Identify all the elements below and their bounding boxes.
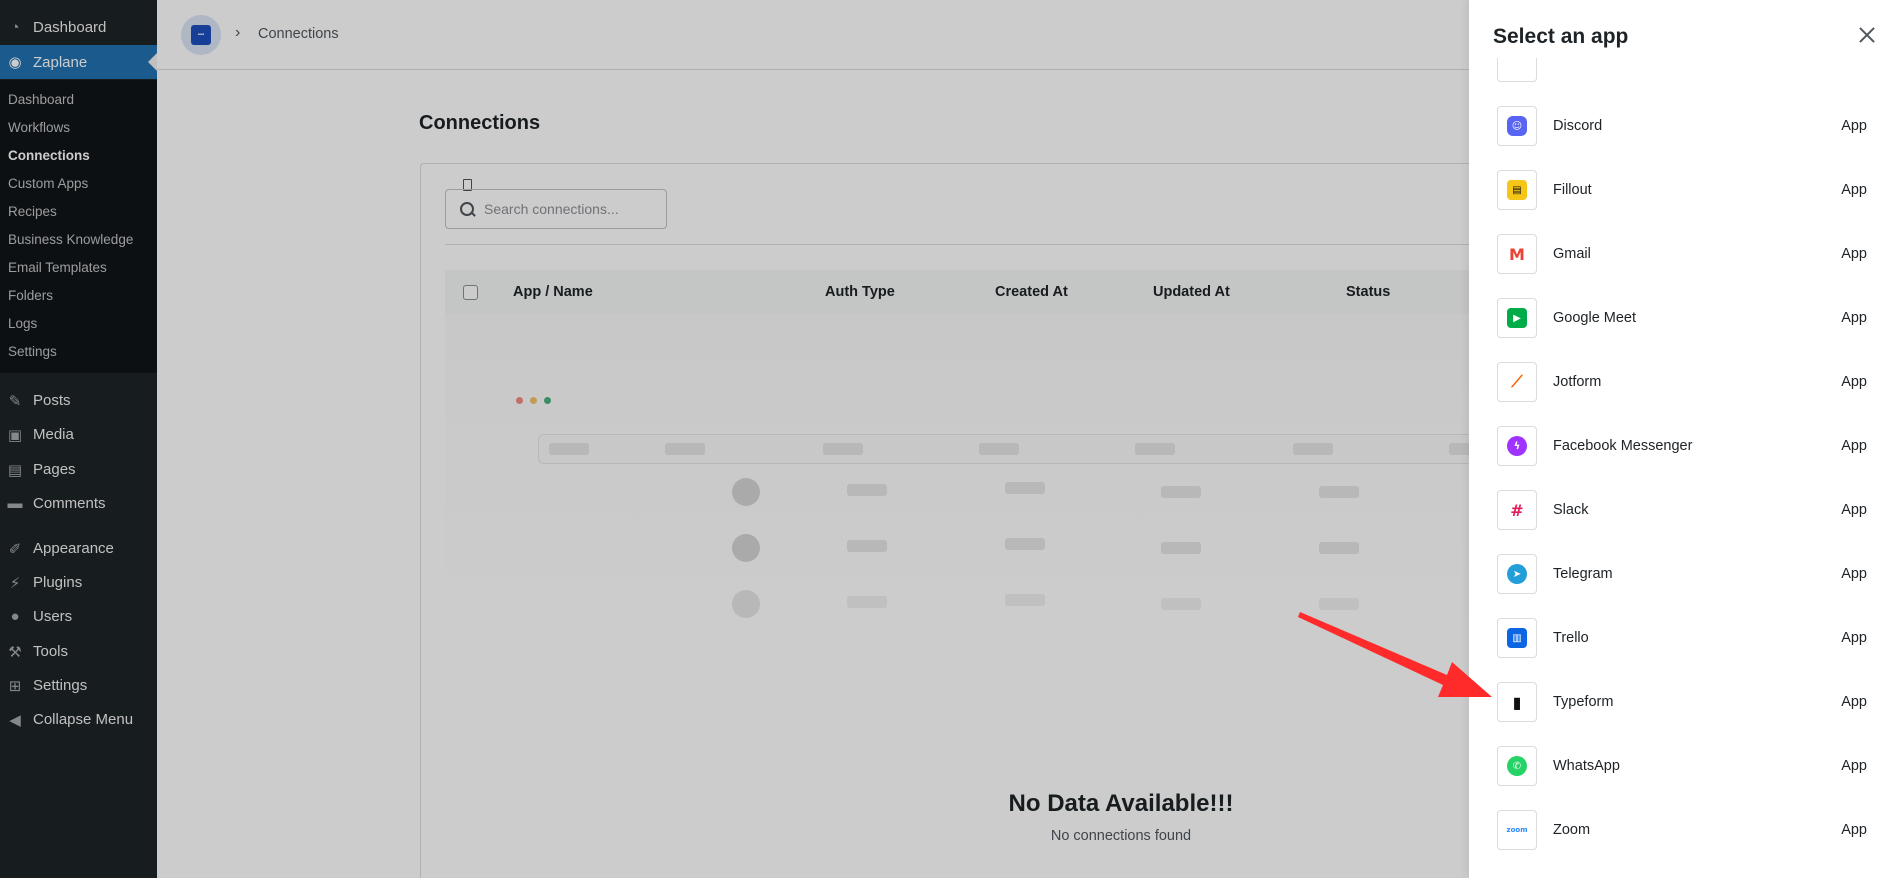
zoom-icon: zoom bbox=[1497, 810, 1537, 850]
discord-icon: ☺ bbox=[1497, 106, 1537, 146]
app-name: Fillout bbox=[1553, 182, 1592, 198]
google-meet-icon: ▶ bbox=[1497, 298, 1537, 338]
app-name: Facebook Messenger bbox=[1553, 438, 1693, 454]
app-item-zoom[interactable]: zoom Zoom App bbox=[1497, 810, 1867, 850]
app-item-slack[interactable]: # Slack App bbox=[1497, 490, 1867, 530]
app-type: App bbox=[1841, 758, 1867, 774]
app-type: App bbox=[1841, 374, 1867, 390]
app-type: App bbox=[1841, 566, 1867, 582]
app-name: Telegram bbox=[1553, 566, 1613, 582]
app-icon-partial bbox=[1497, 58, 1537, 82]
app-item-whatsapp[interactable]: ✆ WhatsApp App bbox=[1497, 746, 1867, 786]
app-name: Zoom bbox=[1553, 822, 1591, 838]
app-name: Typeform bbox=[1553, 694, 1614, 710]
app-item-typeform[interactable]: ▮ Typeform App bbox=[1497, 682, 1867, 722]
messenger-icon: ϟ bbox=[1497, 426, 1537, 466]
typeform-icon: ▮ bbox=[1497, 682, 1537, 722]
app-name: Discord bbox=[1553, 118, 1603, 134]
app-type: App bbox=[1841, 118, 1867, 134]
app-item-discord[interactable]: ☺ Discord App bbox=[1497, 106, 1867, 146]
app-name: Trello bbox=[1553, 630, 1589, 646]
whatsapp-icon: ✆ bbox=[1497, 746, 1537, 786]
jotform-icon: ⟋ bbox=[1497, 362, 1537, 402]
app-item-facebook-messenger[interactable]: ϟ Facebook Messenger App bbox=[1497, 426, 1867, 466]
app-type: App bbox=[1841, 310, 1867, 326]
app-type: App bbox=[1841, 182, 1867, 198]
app-name: Google Meet bbox=[1553, 310, 1637, 326]
app-type: App bbox=[1841, 630, 1867, 646]
app-type: App bbox=[1841, 438, 1867, 454]
app-name: Gmail bbox=[1553, 246, 1591, 262]
drawer-title: Select an app bbox=[1493, 25, 1629, 48]
close-icon[interactable] bbox=[1856, 24, 1878, 46]
app-type: App bbox=[1841, 694, 1867, 710]
slack-icon: # bbox=[1497, 490, 1537, 530]
app-name: Jotform bbox=[1553, 374, 1602, 390]
app-type: App bbox=[1841, 246, 1867, 262]
fillout-icon: ▤ bbox=[1497, 170, 1537, 210]
app-name: Slack bbox=[1553, 502, 1589, 518]
gmail-icon: M bbox=[1497, 234, 1537, 274]
app-type: App bbox=[1841, 502, 1867, 518]
app-name: WhatsApp bbox=[1553, 758, 1620, 774]
app-item-jotform[interactable]: ⟋ Jotform App bbox=[1497, 362, 1867, 402]
app-type: App bbox=[1841, 822, 1867, 838]
trello-icon: ▥ bbox=[1497, 618, 1537, 658]
select-app-drawer: Select an app ☺ Discord App ▤ Fillout Ap… bbox=[1469, 0, 1889, 878]
app-item-trello[interactable]: ▥ Trello App bbox=[1497, 618, 1867, 658]
app-item-google-meet[interactable]: ▶ Google Meet App bbox=[1497, 298, 1867, 338]
app-item-telegram[interactable]: ➤ Telegram App bbox=[1497, 554, 1867, 594]
telegram-icon: ➤ bbox=[1497, 554, 1537, 594]
app-item-fillout[interactable]: ▤ Fillout App bbox=[1497, 170, 1867, 210]
app-item-gmail[interactable]: M Gmail App bbox=[1497, 234, 1867, 274]
